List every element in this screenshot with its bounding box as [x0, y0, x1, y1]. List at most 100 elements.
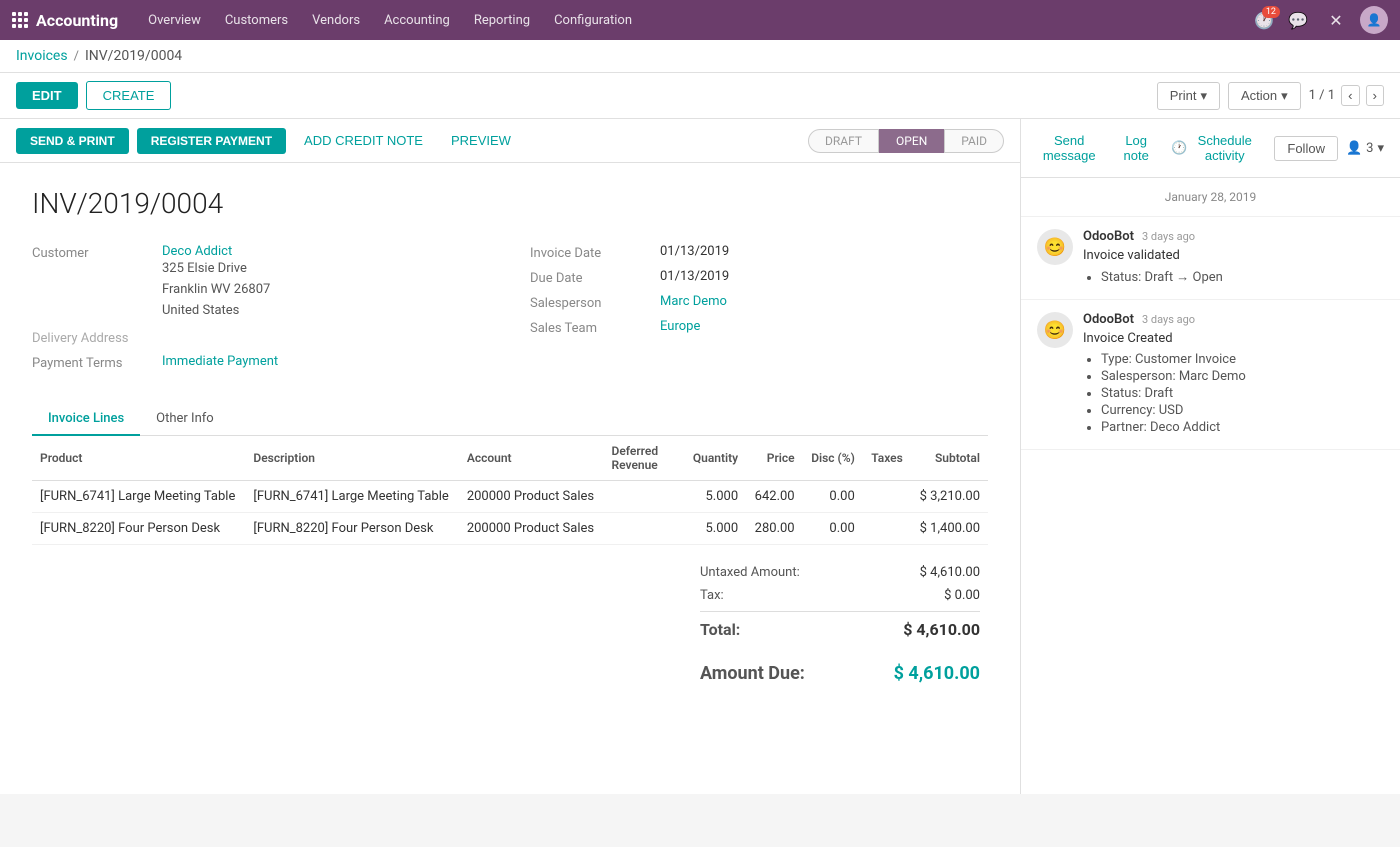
schedule-activity-button[interactable]: 🕐 Schedule activity — [1171, 129, 1258, 167]
chatter-text-2: Invoice Created — [1083, 331, 1384, 346]
breadcrumb: Invoices / INV/2019/0004 — [0, 40, 1400, 73]
main-layout: SEND & PRINT REGISTER PAYMENT ADD CREDIT… — [0, 119, 1400, 794]
delivery-address-label: Delivery Address — [32, 329, 162, 346]
cell-taxes — [863, 513, 911, 545]
payment-terms-row: Payment Terms Immediate Payment — [32, 354, 490, 371]
list-item: Currency: USD — [1101, 403, 1384, 418]
clock-icon: 🕐 — [1171, 140, 1187, 156]
edit-button[interactable]: EDIT — [16, 82, 78, 109]
cell-subtotal: $ 1,400.00 — [911, 513, 988, 545]
create-button[interactable]: CREATE — [86, 81, 172, 110]
chatter-avatar-1: 😊 — [1037, 229, 1073, 265]
cell-account: 200000 Product Sales — [459, 481, 604, 513]
nav-accounting[interactable]: Accounting — [374, 0, 460, 40]
print-button[interactable]: Print ▾ — [1157, 82, 1220, 110]
breadcrumb-parent[interactable]: Invoices — [16, 48, 68, 64]
chat-icon[interactable]: 💬 — [1284, 6, 1312, 34]
total-label: Total: — [700, 620, 740, 639]
action-label: Action — [1241, 88, 1277, 103]
due-date-row: Due Date 01/13/2019 — [530, 269, 988, 286]
address-line1: 325 Elsie Drive — [162, 259, 270, 280]
salesperson-label: Salesperson — [530, 294, 660, 311]
chatter-time-1: 3 days ago — [1142, 230, 1195, 243]
next-record-button[interactable]: › — [1366, 85, 1384, 106]
table-header-row: Product Description Account Deferred Rev… — [32, 436, 988, 481]
follower-number: 3 — [1366, 141, 1373, 156]
customer-name[interactable]: Deco Addict — [162, 244, 270, 259]
navbar-brand[interactable]: Accounting — [12, 11, 118, 30]
col-account: Account — [459, 436, 604, 481]
send-message-button[interactable]: Send message — [1037, 129, 1101, 167]
add-credit-note-button[interactable]: ADD CREDIT NOTE — [294, 127, 433, 154]
status-paid[interactable]: PAID — [944, 129, 1004, 153]
close-icon[interactable]: ✕ — [1322, 6, 1350, 34]
tabs: Invoice Lines Other Info — [32, 403, 988, 436]
chatter-header-2: OdooBot 3 days ago — [1083, 312, 1384, 327]
nav-overview[interactable]: Overview — [138, 0, 211, 40]
doc-toolbar: SEND & PRINT REGISTER PAYMENT ADD CREDIT… — [0, 119, 1020, 163]
tax-label: Tax: — [700, 588, 724, 603]
avatar[interactable]: 👤 — [1360, 6, 1388, 34]
status-bar: DRAFT OPEN PAID — [808, 129, 1004, 153]
cell-quantity: 5.000 — [684, 481, 746, 513]
cell-deferred — [604, 481, 685, 513]
list-item: Partner: Deco Addict — [1101, 420, 1384, 435]
follower-chevron-icon[interactable]: ▾ — [1377, 141, 1384, 156]
address-line2: Franklin WV 26807 — [162, 280, 270, 301]
notification-icon[interactable]: 🕐 12 — [1254, 11, 1274, 30]
cell-price: 280.00 — [746, 513, 803, 545]
status-open[interactable]: OPEN — [879, 129, 944, 153]
follow-section: Follow 👤 3 ▾ — [1274, 136, 1384, 161]
totals-section: Untaxed Amount: $ 4,610.00 Tax: $ 0.00 T… — [32, 545, 988, 708]
chatter-list-2: Type: Customer Invoice Salesperson: Marc… — [1083, 352, 1384, 435]
due-date-value: 01/13/2019 — [660, 269, 729, 284]
salesperson-value[interactable]: Marc Demo — [660, 294, 727, 309]
sales-team-value[interactable]: Europe — [660, 319, 700, 334]
follower-count: 👤 3 ▾ — [1346, 141, 1384, 156]
nav-configuration[interactable]: Configuration — [544, 0, 642, 40]
invoice-form: INV/2019/0004 Customer Deco Addict 325 E… — [0, 163, 1020, 732]
tab-invoice-lines[interactable]: Invoice Lines — [32, 403, 140, 436]
prev-record-button[interactable]: ‹ — [1341, 85, 1359, 106]
table-row[interactable]: [FURN_8220] Four Person Desk [FURN_8220]… — [32, 513, 988, 545]
list-item: Salesperson: Marc Demo — [1101, 369, 1384, 384]
invoice-number: INV/2019/0004 — [32, 187, 988, 220]
chatter-author-1: OdooBot — [1083, 229, 1134, 244]
nav-reporting[interactable]: Reporting — [464, 0, 540, 40]
print-chevron-icon: ▾ — [1200, 88, 1207, 104]
action-button[interactable]: Action ▾ — [1228, 82, 1301, 110]
delivery-address-row: Delivery Address — [32, 329, 490, 346]
table-row[interactable]: [FURN_6741] Large Meeting Table [FURN_67… — [32, 481, 988, 513]
col-taxes: Taxes — [863, 436, 911, 481]
col-product: Product — [32, 436, 245, 481]
follower-icon: 👤 — [1346, 141, 1362, 156]
field-group-right: Invoice Date 01/13/2019 Due Date 01/13/2… — [530, 244, 988, 379]
register-payment-button[interactable]: REGISTER PAYMENT — [137, 128, 286, 154]
apps-icon[interactable] — [12, 12, 28, 28]
nav-vendors[interactable]: Vendors — [302, 0, 370, 40]
payment-terms-value[interactable]: Immediate Payment — [162, 354, 278, 369]
col-deferred: Deferred Revenue — [604, 436, 685, 481]
navbar-icons: 🕐 12 💬 ✕ 👤 — [1254, 6, 1388, 34]
follow-button[interactable]: Follow — [1274, 136, 1338, 161]
record-position: 1 / 1 — [1309, 88, 1335, 103]
log-note-button[interactable]: Log note — [1117, 129, 1155, 167]
col-price: Price — [746, 436, 803, 481]
brand-name: Accounting — [36, 11, 118, 30]
cell-description: [FURN_6741] Large Meeting Table — [245, 481, 458, 513]
chatter-list-1: Status: Draft → Open — [1083, 269, 1384, 285]
preview-button[interactable]: PREVIEW — [441, 127, 521, 154]
untaxed-label: Untaxed Amount: — [700, 565, 800, 580]
chatter-panel: Send message Log note 🕐 Schedule activit… — [1020, 119, 1400, 794]
chatter-text-1: Invoice validated — [1083, 248, 1384, 263]
status-draft[interactable]: DRAFT — [808, 129, 879, 153]
untaxed-row: Untaxed Amount: $ 4,610.00 — [700, 561, 980, 584]
send-print-button[interactable]: SEND & PRINT — [16, 128, 129, 154]
nav-customers[interactable]: Customers — [215, 0, 298, 40]
invoice-date-label: Invoice Date — [530, 244, 660, 261]
cell-description: [FURN_8220] Four Person Desk — [245, 513, 458, 545]
navbar: Accounting Overview Customers Vendors Ac… — [0, 0, 1400, 40]
amount-due-label: Amount Due: — [700, 663, 805, 684]
cell-account: 200000 Product Sales — [459, 513, 604, 545]
tab-other-info[interactable]: Other Info — [140, 403, 230, 436]
